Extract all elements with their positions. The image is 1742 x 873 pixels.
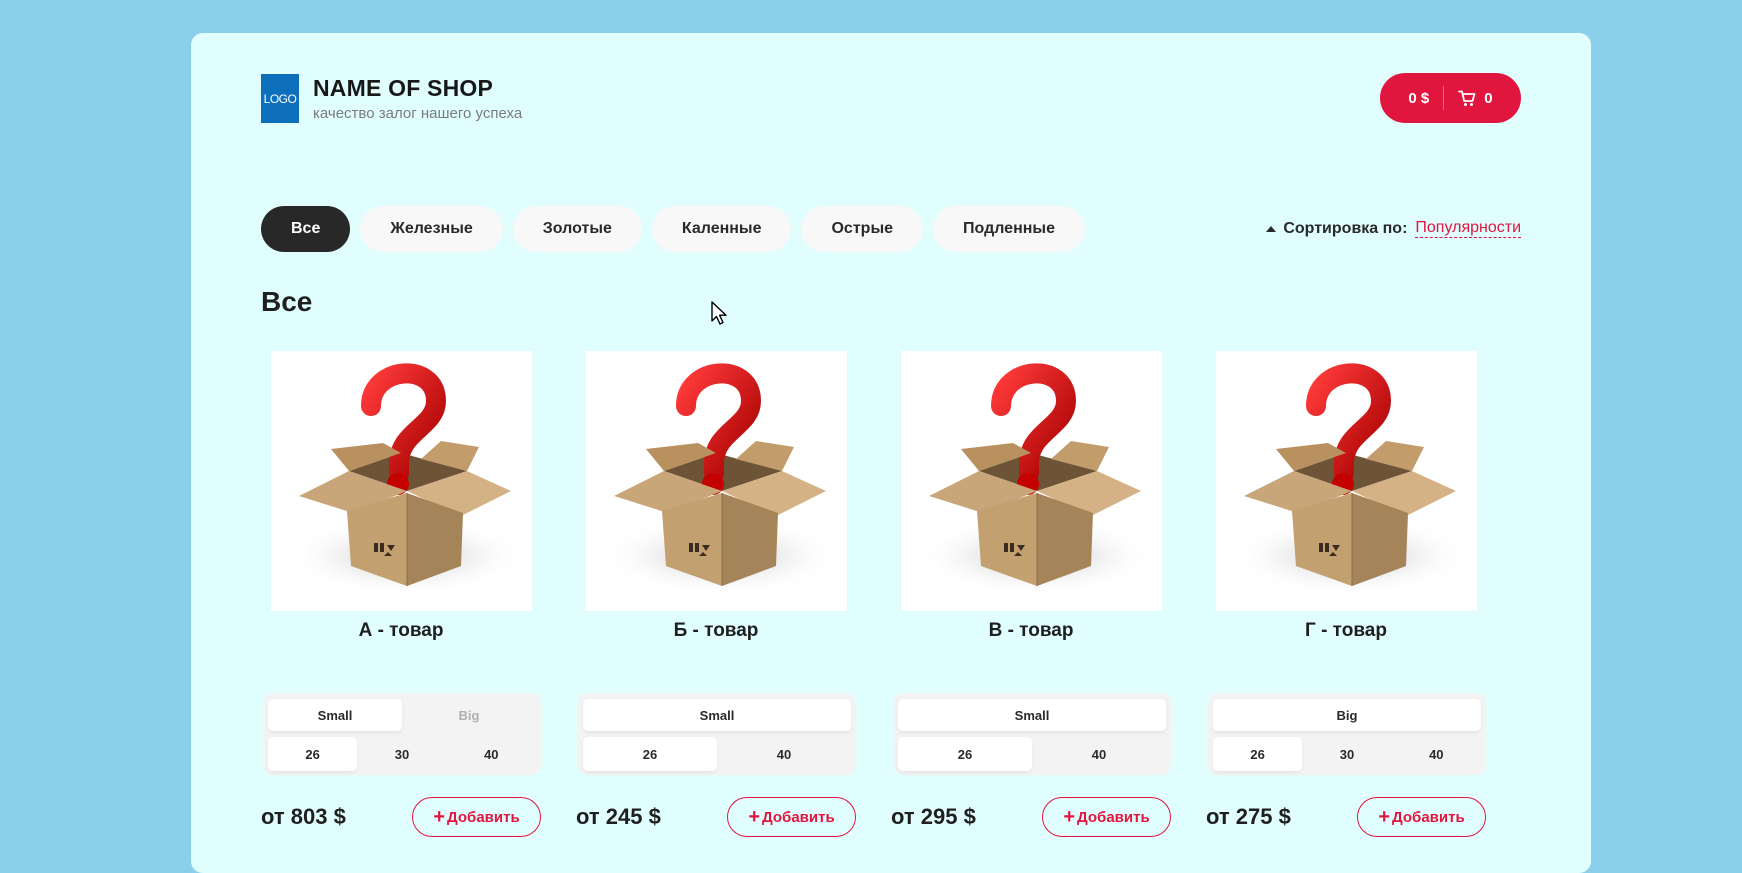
cart-count: 0	[1484, 89, 1493, 107]
mystery-box-icon	[1216, 351, 1477, 611]
size-option[interactable]: 40	[447, 737, 536, 771]
category-tempered[interactable]: Каленные	[651, 206, 792, 252]
size-option[interactable]: 40	[717, 737, 851, 771]
category-gold[interactable]: Золотые	[512, 206, 642, 252]
plus-icon: +	[1378, 806, 1391, 828]
product-grid: А - товар Small Big 26 30 40 от 803 $ + …	[261, 351, 1521, 851]
add-button-label: Добавить	[447, 808, 520, 826]
product-options: Small 26 40	[578, 693, 856, 775]
mystery-box-icon	[271, 351, 532, 611]
product-options: Small Big 26 30 40	[263, 693, 541, 775]
page-container: LOGO NAME OF SHOP качество залог нашего …	[191, 33, 1591, 873]
product-options: Big 26 30 40	[1208, 693, 1486, 775]
type-option-big: Big	[458, 707, 480, 723]
add-to-cart-button[interactable]: + Добавить	[1357, 797, 1486, 837]
shop-name: NAME OF SHOP	[313, 75, 494, 101]
size-option[interactable]: 40	[1032, 737, 1166, 771]
cart-total: 0 $	[1408, 89, 1430, 107]
category-sharp[interactable]: Острые	[801, 206, 923, 252]
product-price: от 275 $	[1206, 804, 1291, 829]
product-image	[586, 351, 847, 611]
section-title: Все	[261, 286, 313, 317]
add-to-cart-button[interactable]: + Добавить	[727, 797, 856, 837]
add-button-label: Добавить	[762, 808, 835, 826]
product-image	[271, 351, 532, 611]
product-name: В - товар	[988, 620, 1074, 641]
sort-label: Сортировка по:	[1283, 219, 1408, 237]
type-option-small[interactable]: Small	[583, 699, 851, 731]
plus-icon: +	[748, 806, 761, 828]
size-option[interactable]: 26	[1213, 737, 1303, 771]
mystery-box-icon	[901, 351, 1162, 611]
mouse-cursor-icon	[711, 301, 727, 325]
type-option-small[interactable]: Small	[268, 699, 402, 731]
sort-value-link[interactable]: Популярности	[1415, 219, 1521, 238]
product-price: от 803 $	[261, 804, 346, 829]
product-options: Small 26 40	[893, 693, 1171, 775]
product-name: А - товар	[358, 620, 444, 641]
product-name: Г - товар	[1305, 620, 1387, 641]
product-price: от 295 $	[891, 804, 976, 829]
sort-control: Сортировка по: Популярности	[1266, 219, 1521, 238]
product-name: Б - товар	[673, 620, 759, 641]
plus-icon: +	[433, 806, 446, 828]
add-to-cart-button[interactable]: + Добавить	[412, 797, 541, 837]
add-button-label: Добавить	[1077, 808, 1150, 826]
product-price: от 245 $	[576, 804, 661, 829]
sort-arrow-up-icon[interactable]	[1266, 225, 1277, 232]
category-all[interactable]: Все	[261, 206, 351, 252]
cart-button[interactable]: 0 $ 0	[1380, 73, 1521, 123]
shop-logo[interactable]: LOGO	[261, 74, 299, 123]
size-option[interactable]: 40	[1392, 737, 1481, 771]
category-mean[interactable]: Подленные	[933, 206, 1085, 252]
type-option-big[interactable]: Big	[1213, 699, 1481, 731]
category-iron[interactable]: Железные	[360, 206, 503, 252]
size-option[interactable]: 30	[357, 737, 446, 771]
size-option[interactable]: 26	[583, 737, 717, 771]
product-image	[1216, 351, 1477, 611]
cart-icon	[1458, 90, 1476, 107]
plus-icon: +	[1063, 806, 1076, 828]
category-tabs: Все Железные Золотые Каленные Острые Под…	[261, 206, 1085, 252]
shop-tagline: качество залог нашего успеха	[313, 105, 523, 122]
add-button-label: Добавить	[1392, 808, 1465, 826]
size-option[interactable]: 30	[1302, 737, 1391, 771]
add-to-cart-button[interactable]: + Добавить	[1042, 797, 1171, 837]
mystery-box-icon	[586, 351, 847, 611]
size-option[interactable]: 26	[268, 737, 358, 771]
type-option-small[interactable]: Small	[898, 699, 1166, 731]
size-option[interactable]: 26	[898, 737, 1032, 771]
cart-divider	[1443, 86, 1445, 110]
product-image	[901, 351, 1162, 611]
